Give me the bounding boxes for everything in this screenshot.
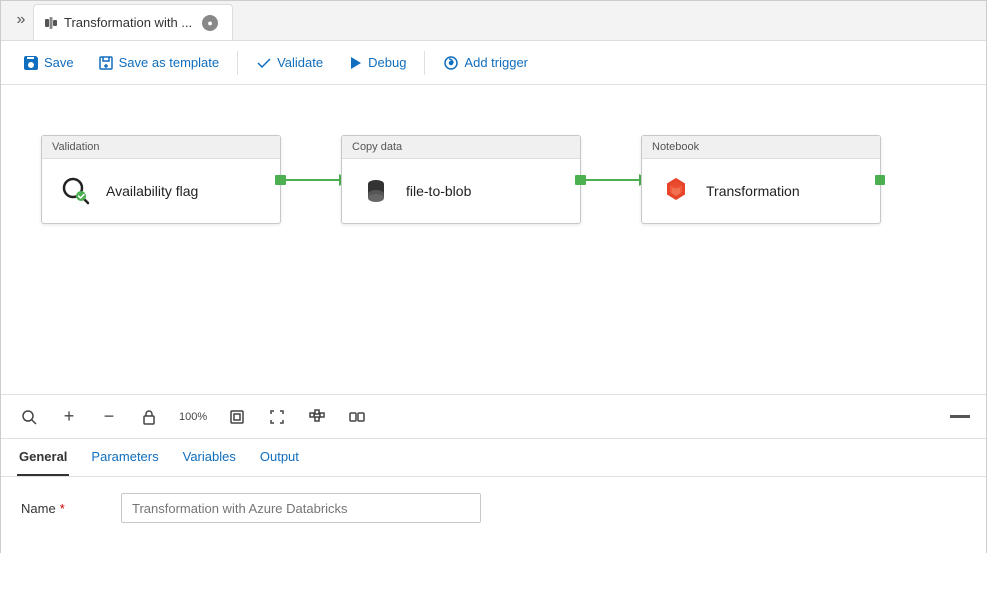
validate-icon — [256, 55, 272, 71]
toolbar-separator-1 — [237, 51, 238, 75]
node-validation-label: Availability flag — [106, 183, 198, 199]
tab-close-btn[interactable]: ● — [202, 15, 218, 31]
tab-label: Transformation with ... — [64, 15, 192, 30]
add-trigger-icon — [443, 55, 459, 71]
properties-content: Name * — [1, 477, 986, 539]
node-copy-data-label: file-to-blob — [406, 183, 471, 199]
save-as-template-button[interactable]: Save as template — [88, 50, 229, 76]
tab-parameters[interactable]: Parameters — [89, 439, 160, 476]
add-trigger-label: Add trigger — [464, 55, 528, 70]
node-notebook-connector-right — [875, 175, 885, 185]
save-label: Save — [44, 55, 74, 70]
debug-icon — [347, 55, 363, 71]
required-star: * — [60, 501, 65, 516]
zoom-percent-icon[interactable]: 100% — [177, 405, 209, 429]
properties-panel: General Parameters Variables Output Name… — [1, 439, 986, 594]
connector-dot-left-2 — [576, 175, 586, 185]
connector-1 — [281, 140, 341, 220]
fit-selection-icon[interactable] — [265, 405, 289, 429]
copy-data-icon — [358, 173, 394, 209]
zoom-out-icon[interactable]: − — [97, 405, 121, 429]
tab-variables[interactable]: Variables — [181, 439, 238, 476]
lock-icon[interactable] — [137, 405, 161, 429]
minimize-button[interactable] — [950, 415, 970, 418]
search-zoom-icon[interactable] — [17, 405, 41, 429]
notebook-icon — [658, 173, 694, 209]
connector-dot-left-1 — [276, 175, 286, 185]
validation-icon — [58, 173, 94, 209]
validate-button[interactable]: Validate — [246, 50, 333, 76]
add-trigger-button[interactable]: Add trigger — [433, 50, 538, 76]
name-label: Name * — [21, 501, 101, 516]
name-form-row: Name * — [21, 493, 966, 523]
tab-output[interactable]: Output — [258, 439, 301, 476]
connector-2 — [581, 140, 641, 220]
save-icon — [23, 55, 39, 71]
debug-label: Debug — [368, 55, 406, 70]
debug-button[interactable]: Debug — [337, 50, 416, 76]
properties-tabs: General Parameters Variables Output — [1, 439, 986, 477]
tab-bar: » Transformation with ... ● — [1, 1, 986, 41]
auto-layout-icon[interactable] — [305, 405, 329, 429]
node-notebook-body: Transformation — [642, 159, 880, 223]
node-notebook[interactable]: Notebook Transformation — [641, 135, 881, 224]
name-input[interactable] — [121, 493, 481, 523]
node-copy-data-body: file-to-blob — [342, 159, 580, 223]
save-template-label: Save as template — [119, 55, 219, 70]
main-toolbar: Save Save as template Validate Debug — [1, 41, 986, 85]
node-validation-body: Availability flag — [42, 159, 280, 223]
pipeline-container: Validation Availability flag — [41, 135, 881, 224]
pipeline-tab[interactable]: Transformation with ... ● — [33, 4, 233, 40]
node-validation-header: Validation — [42, 136, 280, 159]
toolbar-separator-2 — [424, 51, 425, 75]
save-template-icon — [98, 55, 114, 71]
canvas-area[interactable]: Validation Availability flag — [1, 85, 986, 395]
validate-label: Validate — [277, 55, 323, 70]
node-copy-data-header: Copy data — [342, 136, 580, 159]
group-icon[interactable] — [345, 405, 369, 429]
save-button[interactable]: Save — [13, 50, 84, 76]
node-notebook-label: Transformation — [706, 183, 800, 199]
tab-pipeline-icon — [44, 16, 58, 30]
node-notebook-header: Notebook — [642, 136, 880, 159]
zoom-in-icon[interactable]: + — [57, 405, 81, 429]
fit-page-icon[interactable] — [225, 405, 249, 429]
tab-expand-btn[interactable]: » — [9, 0, 33, 40]
bottom-toolbar: + − 100% — [1, 395, 986, 439]
node-validation[interactable]: Validation Availability flag — [41, 135, 281, 224]
tab-general[interactable]: General — [17, 439, 69, 476]
node-copy-data[interactable]: Copy data file-to-blob — [341, 135, 581, 224]
